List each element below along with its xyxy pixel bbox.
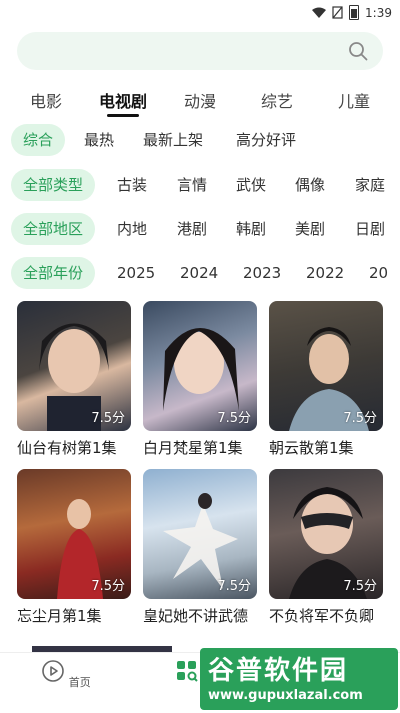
drama-card[interactable]: 7.5分 仙台有树第1集 <box>17 301 131 458</box>
search-input[interactable] <box>17 32 383 70</box>
nav-home[interactable]: 首页 <box>36 657 96 690</box>
drama-title: 仙台有树第1集 <box>17 439 117 457</box>
tab-kids[interactable]: 儿童 <box>338 88 370 112</box>
category-tabs: 电影 电视剧 动漫 综艺 儿童 <box>0 88 400 117</box>
battery-icon <box>349 5 360 20</box>
nav-home-label: 首页 <box>68 676 91 689</box>
drama-card[interactable]: 7.5分 忘尘月第1集 <box>17 469 131 626</box>
drama-title: 忘尘月第1集 <box>17 607 102 625</box>
chip-year-2023[interactable]: 2023 <box>243 257 281 289</box>
watermark-logo: 谷普软件园 www.gupuxlazal.com <box>200 648 398 710</box>
search-icon[interactable] <box>348 41 368 61</box>
drama-card[interactable]: 7.5分 不负将军不负卿 <box>269 469 383 626</box>
tab-movies[interactable]: 电影 <box>30 88 62 112</box>
drama-card[interactable]: 7.5分 朝云散第1集 <box>269 301 383 458</box>
chip-sort-hot[interactable]: 最热 <box>84 124 114 156</box>
year-filter-row: 全部年份 2025 2024 2023 2022 20 <box>0 257 400 289</box>
wifi-icon <box>312 7 327 18</box>
no-sim-icon <box>332 6 343 19</box>
type-filter-row: 全部类型 古装 言情 武侠 偶像 家庭 <box>0 169 400 201</box>
chip-year-2025[interactable]: 2025 <box>117 257 155 289</box>
rating-label: 7.5分 <box>343 579 377 594</box>
poster-image: 7.5分 <box>143 301 257 431</box>
chip-type-idol[interactable]: 偶像 <box>295 169 325 201</box>
chip-year-2022[interactable]: 2022 <box>306 257 344 289</box>
drama-title: 朝云散第1集 <box>269 439 354 457</box>
drama-card[interactable]: 7.5分 皇妃她不讲武德 <box>143 469 257 626</box>
chip-sort-top-rated[interactable]: 高分好评 <box>236 124 296 156</box>
chip-type-costume[interactable]: 古装 <box>117 169 147 201</box>
tab-anime[interactable]: 动漫 <box>184 88 216 112</box>
chip-region-hk[interactable]: 港剧 <box>177 213 207 245</box>
sort-filter-row: 综合 最热 最新上架 高分好评 <box>0 124 400 156</box>
chip-type-romance[interactable]: 言情 <box>177 169 207 201</box>
chip-region-japan[interactable]: 日剧 <box>355 213 385 245</box>
rating-label: 7.5分 <box>343 411 377 426</box>
region-filter-row: 全部地区 内地 港剧 韩剧 美剧 日剧 <box>0 213 400 245</box>
chip-year-2024[interactable]: 2024 <box>180 257 218 289</box>
watermark-url: www.gupuxlazal.com <box>208 688 363 703</box>
rating-label: 7.5分 <box>217 411 251 426</box>
rating-label: 7.5分 <box>217 579 251 594</box>
tab-tv-series[interactable]: 电视剧 <box>99 88 147 112</box>
active-tab-indicator <box>107 114 139 117</box>
chip-region-us[interactable]: 美剧 <box>295 213 325 245</box>
rating-label: 7.5分 <box>91 411 125 426</box>
chip-type-all[interactable]: 全部类型 <box>11 169 96 201</box>
poster-image: 7.5分 <box>269 301 383 431</box>
status-time: 1:39 <box>365 5 392 20</box>
chip-year-more[interactable]: 20 <box>369 257 388 289</box>
play-circle-icon <box>42 660 65 682</box>
poster-image: 7.5分 <box>17 469 131 599</box>
chip-sort-all[interactable]: 综合 <box>11 124 66 156</box>
drama-title: 白月梵星第1集 <box>143 439 243 457</box>
watermark-brand: 谷普软件园 <box>208 656 349 686</box>
chip-region-mainland[interactable]: 内地 <box>117 213 147 245</box>
status-bar: 1:39 <box>0 0 400 26</box>
drama-card[interactable]: 7.5分 白月梵星第1集 <box>143 301 257 458</box>
poster-image: 7.5分 <box>143 469 257 599</box>
grid-search-icon <box>177 661 198 682</box>
tab-variety[interactable]: 综艺 <box>261 88 293 112</box>
chip-type-family[interactable]: 家庭 <box>355 169 385 201</box>
chip-type-wuxia[interactable]: 武侠 <box>236 169 266 201</box>
chip-year-all[interactable]: 全部年份 <box>11 257 96 289</box>
rating-label: 7.5分 <box>91 579 125 594</box>
chip-sort-newest[interactable]: 最新上架 <box>143 124 203 156</box>
chip-region-all[interactable]: 全部地区 <box>11 213 96 245</box>
chip-region-korea[interactable]: 韩剧 <box>236 213 266 245</box>
poster-image: 7.5分 <box>269 469 383 599</box>
drama-title: 不负将军不负卿 <box>269 607 375 625</box>
poster-image: 7.5分 <box>17 301 131 431</box>
drama-title: 皇妃她不讲武德 <box>143 607 249 625</box>
